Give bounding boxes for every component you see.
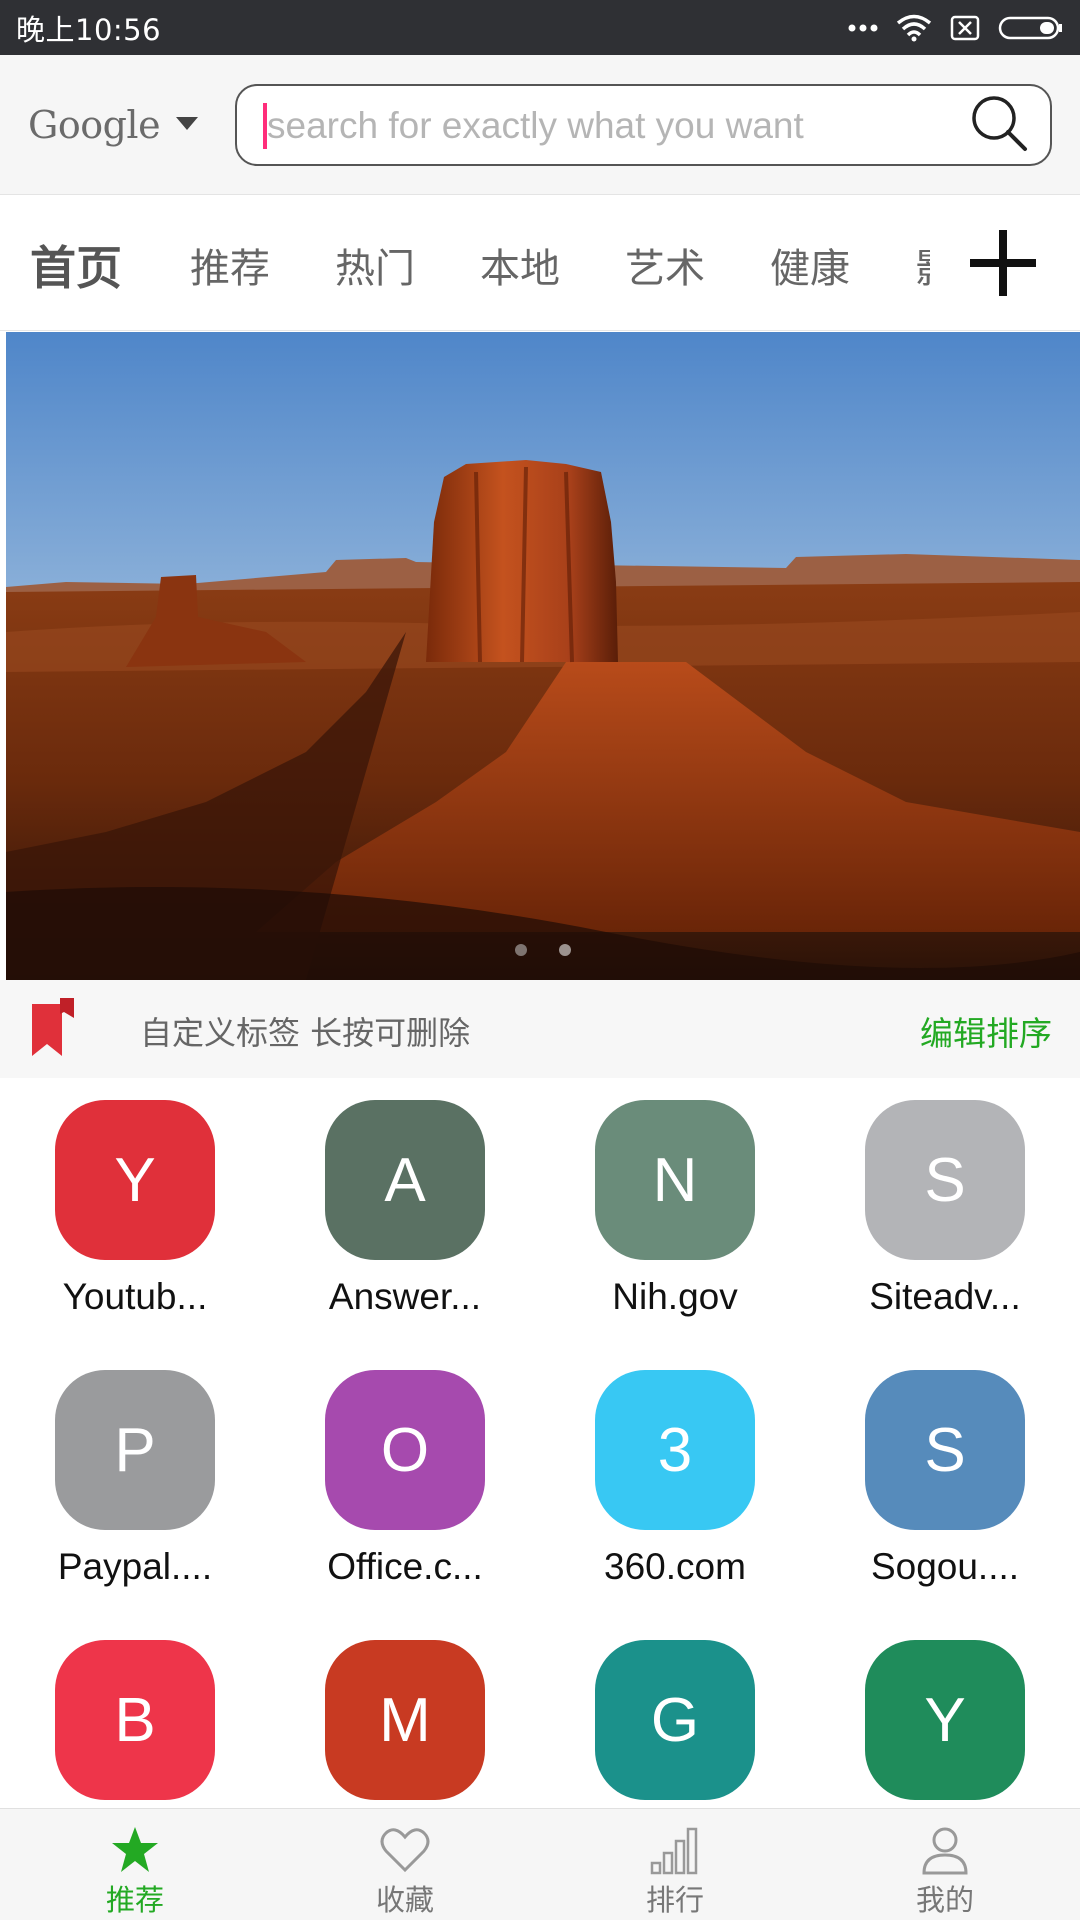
shortcut-grid: Y Youtub... A Answer... N Nih.gov S Site… xyxy=(0,1078,1080,1808)
shortcut-item[interactable]: B xyxy=(0,1618,270,1808)
shortcut-label: Siteadv... xyxy=(869,1276,1021,1317)
status-time: 晚上10:56 xyxy=(16,12,162,47)
shortcut-tile: S xyxy=(865,1100,1025,1260)
search-engine-name: Google xyxy=(28,103,161,147)
shortcut-tile: A xyxy=(325,1100,485,1260)
nav-favorites[interactable]: 收藏 xyxy=(270,1809,540,1920)
custom-tag-hint: 自定义标签 长按可删除 xyxy=(140,1014,471,1052)
carousel-indicator xyxy=(6,944,1080,956)
nav-mine[interactable]: 我的 xyxy=(810,1809,1080,1920)
nav-label: 排行 xyxy=(645,1883,704,1917)
search-engine-selector[interactable]: Google xyxy=(28,97,199,153)
heart-icon xyxy=(380,1825,430,1875)
bookmark-icon xyxy=(30,998,76,1064)
shortcut-item[interactable]: O Office.c... xyxy=(270,1348,540,1618)
search-button[interactable] xyxy=(966,92,1032,158)
search-input[interactable] xyxy=(267,96,967,156)
add-tab-button[interactable] xyxy=(966,226,1040,300)
carousel-dot[interactable] xyxy=(515,944,527,956)
search-header: Google xyxy=(0,55,1080,195)
shortcut-item[interactable]: Y Youtub... xyxy=(0,1078,270,1348)
tab-health[interactable]: 健康 xyxy=(770,236,850,294)
shortcut-tile: G xyxy=(595,1640,755,1800)
tab-home[interactable]: 首页 xyxy=(30,232,122,298)
shortcut-item[interactable]: N Nih.gov xyxy=(540,1078,810,1348)
shortcut-tile: P xyxy=(55,1370,215,1530)
category-tabs-scroll[interactable]: 首页 推荐 热门 本地 艺术 健康 影 xyxy=(0,196,930,331)
tab-recommend[interactable]: 推荐 xyxy=(190,236,270,294)
search-box xyxy=(235,84,1052,166)
shortcut-label: Paypal.... xyxy=(57,1546,213,1587)
more-dots-icon xyxy=(848,23,878,33)
bottom-nav: 推荐 收藏 排行 我的 xyxy=(0,1808,1080,1920)
nav-label: 我的 xyxy=(915,1883,974,1917)
plus-icon xyxy=(966,230,1040,304)
custom-tag-bar: 自定义标签 长按可删除 编辑排序 xyxy=(0,980,1080,1078)
shortcut-label: 360.com xyxy=(604,1546,746,1587)
banner-image xyxy=(6,332,1080,980)
wifi-icon xyxy=(896,14,932,42)
shortcut-tile: N xyxy=(595,1100,755,1260)
nav-recommend[interactable]: 推荐 xyxy=(0,1809,270,1920)
status-icons xyxy=(848,14,1064,42)
shortcut-item[interactable]: P Paypal.... xyxy=(0,1348,270,1618)
shortcut-item[interactable]: S Siteadv... xyxy=(810,1078,1080,1348)
shortcut-tile: Y xyxy=(55,1100,215,1260)
tab-hot[interactable]: 热门 xyxy=(335,236,415,294)
shortcut-tile: S xyxy=(865,1370,1025,1530)
battery-icon xyxy=(998,15,1064,41)
carousel-dot[interactable] xyxy=(559,944,571,956)
dropdown-arrow-icon xyxy=(176,116,199,135)
nav-label: 推荐 xyxy=(105,1883,164,1917)
tab-local[interactable]: 本地 xyxy=(480,236,560,294)
ranking-bars-icon xyxy=(650,1825,700,1875)
shortcut-tile: 3 xyxy=(595,1370,755,1530)
shortcut-tile: M xyxy=(325,1640,485,1800)
shortcut-tile: Y xyxy=(865,1640,1025,1800)
shortcut-label: Sogou.... xyxy=(870,1546,1020,1587)
shortcut-item[interactable]: A Answer... xyxy=(270,1078,540,1348)
shortcut-label: Youtub... xyxy=(62,1276,208,1317)
edit-sort-button[interactable]: 编辑排序 xyxy=(920,1007,1052,1055)
shortcut-tile: B xyxy=(55,1640,215,1800)
shortcut-item[interactable]: Y xyxy=(810,1618,1080,1808)
tab-art[interactable]: 艺术 xyxy=(625,236,705,294)
shortcut-item[interactable]: S Sogou.... xyxy=(810,1348,1080,1618)
star-icon xyxy=(110,1825,160,1875)
user-icon xyxy=(920,1825,970,1875)
category-tabs: 首页 推荐 热门 本地 艺术 健康 影 xyxy=(0,196,1080,331)
search-icon xyxy=(969,93,1029,157)
shortcut-tile: O xyxy=(325,1370,485,1530)
tab-movies[interactable]: 影 xyxy=(915,236,930,294)
banner-carousel[interactable] xyxy=(6,332,1080,980)
nav-label: 收藏 xyxy=(375,1883,434,1917)
nav-ranking[interactable]: 排行 xyxy=(540,1809,810,1920)
shortcut-label: Nih.gov xyxy=(612,1276,738,1317)
shortcut-item[interactable]: M xyxy=(270,1618,540,1808)
shortcut-label: Office.c... xyxy=(327,1546,483,1587)
shortcut-item[interactable]: G xyxy=(540,1618,810,1808)
status-bar: 晚上10:56 xyxy=(0,0,1080,55)
shortcut-item[interactable]: 3 360.com xyxy=(540,1348,810,1618)
shortcut-label: Answer... xyxy=(328,1276,482,1317)
no-sim-icon xyxy=(950,15,980,41)
